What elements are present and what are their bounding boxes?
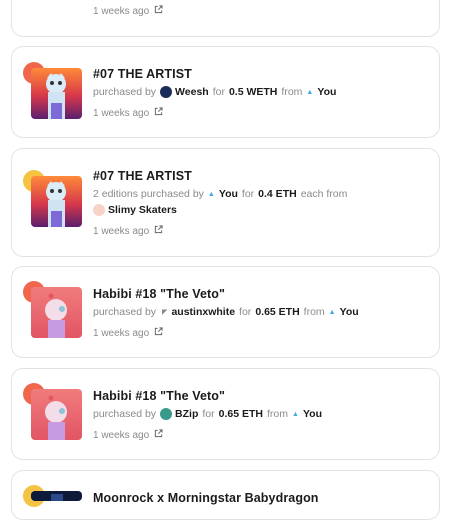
activity-card[interactable]: Habibi #18 "The Veto" purchased by ◤ aus… [11,266,440,358]
for-word: for [202,408,215,420]
buyer-avatar-icon: ◤ [162,308,168,316]
buyer-name[interactable]: austinxwhite [171,306,235,318]
action-prefix: purchased by [93,86,157,98]
nft-title[interactable]: Moonrock x Morningstar Babydragon [93,491,319,505]
each-from-text: each from [300,188,348,200]
seller-name[interactable]: You [317,86,336,98]
timestamp-row: 1 weeks ago [93,429,163,441]
nft-title[interactable]: Habibi #18 "The Veto" [93,389,225,403]
price: 0.5 WETH [228,86,278,98]
price: 0.4 ETH [258,188,297,200]
for-word: for [212,86,225,98]
action-prefix: purchased by [93,306,157,318]
action-prefix: purchased by [93,408,157,420]
artwork-thumbnail[interactable] [31,389,82,440]
timestamp: 1 weeks ago [93,5,150,17]
artwork-thumbnail[interactable] [31,68,82,119]
from-word: from [303,306,325,318]
buyer-name[interactable]: Weesh [175,86,209,98]
seller-name[interactable]: You [340,306,359,318]
external-link-icon[interactable] [154,5,163,17]
avatar[interactable] [93,204,105,216]
for-word: for [241,188,255,200]
activity-description: purchased by Weesh for 0.5 WETH from ▲ Y… [93,86,336,98]
external-link-icon[interactable] [154,107,163,119]
user-avatar-icon: ▲ [306,88,314,96]
timestamp-row: 1 weeks ago [93,107,163,119]
action-prefix: 2 editions purchased by [93,188,204,200]
from-word: from [267,408,288,420]
user-avatar-icon: ▲ [292,410,299,418]
external-link-icon[interactable] [154,429,163,441]
timestamp-row: 1 weeks ago [93,225,163,237]
timestamp: 1 weeks ago [93,429,150,441]
user-avatar-icon: ▲ [207,190,215,198]
nft-title[interactable]: Habibi #18 "The Veto" [93,287,225,301]
activity-description: purchased by ◤ austinxwhite for 0.65 ETH… [93,306,359,318]
avatar[interactable] [160,86,173,98]
activity-card-partial[interactable]: Moonrock x Morningstar Babydragon [11,470,440,520]
user-avatar-icon: ▲ [328,308,336,316]
price: 0.65 ETH [255,306,300,318]
artwork-thumbnail[interactable] [31,287,82,338]
buyer-name[interactable]: You [219,188,238,200]
seller-name[interactable]: You [303,408,322,420]
from-word: from [281,86,303,98]
external-link-icon[interactable] [154,327,163,339]
activity-card-partial[interactable]: 1 weeks ago [11,0,440,37]
external-link-icon[interactable] [154,225,163,237]
timestamp: 1 weeks ago [93,107,150,119]
buyer-name[interactable]: BZip [175,408,198,420]
nft-title[interactable]: #07 THE ARTIST [93,67,192,81]
timestamp: 1 weeks ago [93,225,150,237]
seller-name[interactable]: Slimy Skaters [108,204,177,216]
artwork-thumbnail[interactable] [31,176,82,227]
timestamp-row: 1 weeks ago [93,327,163,339]
timestamp-row: 1 weeks ago [93,5,163,17]
avatar[interactable] [160,408,173,420]
activity-card[interactable]: #07 THE ARTIST purchased by Weesh for 0.… [11,46,440,138]
activity-card[interactable]: Habibi #18 "The Veto" purchased by BZip … [11,368,440,460]
nft-title[interactable]: #07 THE ARTIST [93,169,192,183]
activity-description: purchased by BZip for 0.65 ETH from ▲ Yo… [93,408,322,420]
activity-card[interactable]: #07 THE ARTIST 2 editions purchased by ▲… [11,148,440,257]
timestamp: 1 weeks ago [93,327,150,339]
seller-line: Slimy Skaters [93,204,177,216]
for-word: for [239,306,252,318]
price: 0.65 ETH [218,408,263,420]
activity-description: 2 editions purchased by ▲ You for 0.4 ET… [93,188,347,200]
